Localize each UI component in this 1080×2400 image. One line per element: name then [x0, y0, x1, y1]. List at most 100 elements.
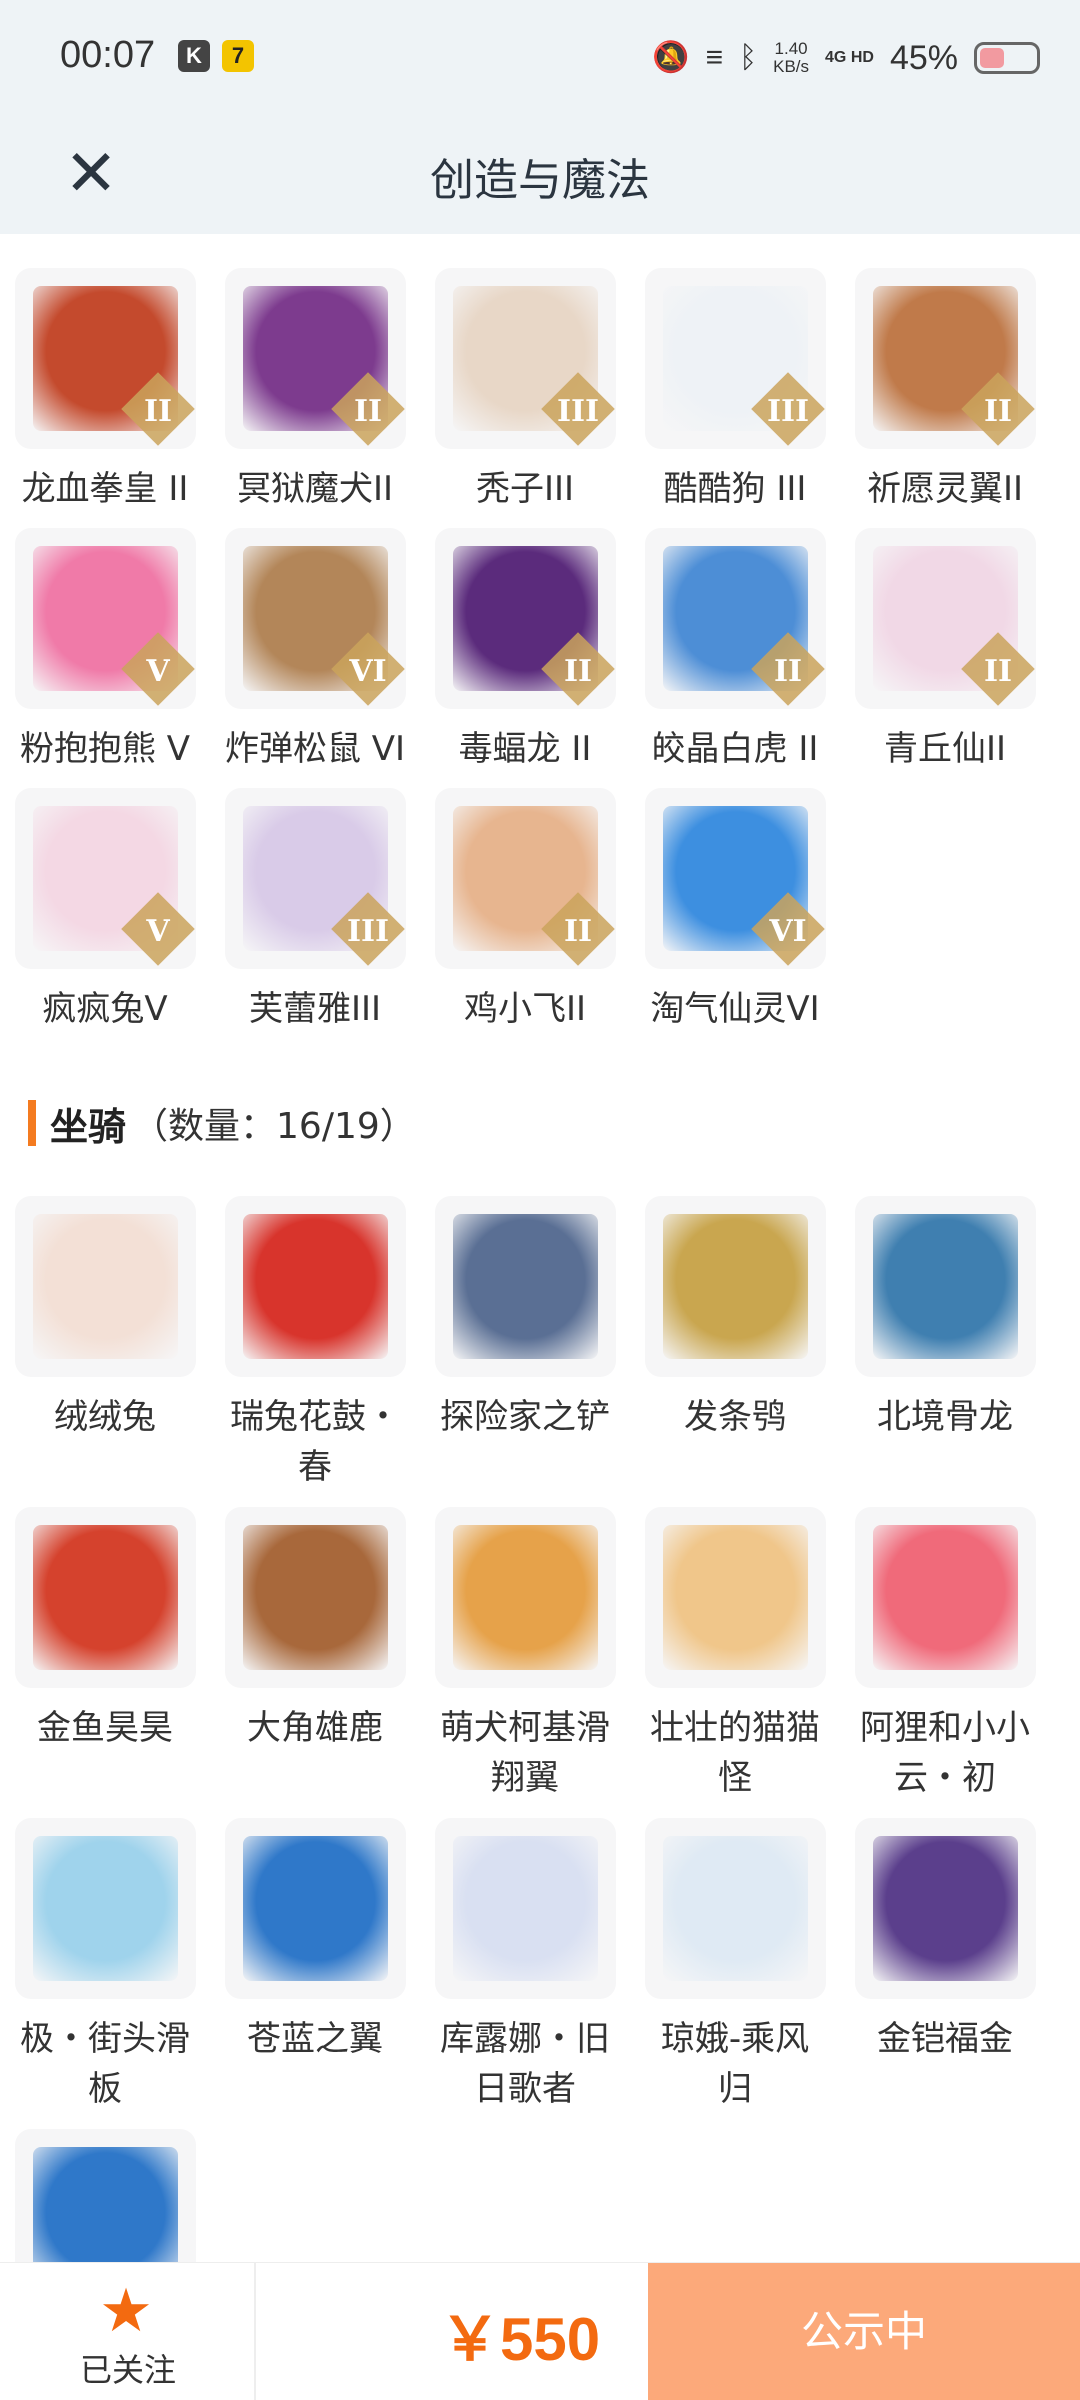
mount-name: 壮壮的猫猫 怪 [650, 1708, 820, 1798]
tier-label: II [143, 394, 173, 429]
pet-name: 冥狱魔犬II [236, 469, 394, 509]
pet-name: 疯疯兔V [42, 989, 168, 1029]
mount-image [663, 1836, 808, 1981]
pet-name: 淘气仙灵VI [650, 989, 820, 1029]
pet-thumbnail: II [855, 528, 1036, 709]
mount-image [453, 1525, 598, 1670]
pets-grid: II 龙血拳皇 II II 冥狱魔犬II III 秃子III III 酷酷狗 III II 祈愿灵… [0, 268, 1080, 1048]
tier-label: II [983, 654, 1013, 689]
tier-label: VI [769, 914, 807, 949]
tier-label: III [346, 914, 390, 949]
pet-name: 秃子III [475, 469, 575, 509]
pet-name: 皎晶白虎 II [651, 729, 819, 769]
mount-name: 金鱼昊昊 [37, 1708, 173, 1748]
mount-image [243, 1214, 388, 1359]
mount-image [33, 1525, 178, 1670]
status-time: 00:07 [60, 34, 156, 76]
mount-image [453, 1836, 598, 1981]
pet-thumbnail: II [435, 788, 616, 969]
tier-label: II [983, 394, 1013, 429]
mount-thumbnail [15, 1818, 196, 1999]
section-count: （数量：16/19） [132, 1106, 416, 1147]
mount-name: 大角雄鹿 [247, 1708, 383, 1748]
mount-name: 北境骨龙 [877, 1397, 1013, 1437]
mount-thumbnail [645, 1507, 826, 1688]
tier-label: VI [349, 654, 387, 689]
pet-thumbnail: VI [225, 528, 406, 709]
mount-image [33, 1836, 178, 1981]
mount-thumbnail [225, 1196, 406, 1377]
mount-image [873, 1525, 1018, 1670]
mount-name: 苍蓝之翼 [247, 2019, 383, 2059]
mount-name: 琼娥-乘风 归 [660, 2019, 810, 2109]
mount-name: 萌犬柯基滑 翔翼 [440, 1708, 610, 1798]
battery-percent: 45% [889, 38, 958, 77]
mount-thumbnail [855, 1196, 1036, 1377]
pet-name: 粉抱抱熊 V [19, 729, 191, 769]
mount-thumbnail [855, 1818, 1036, 1999]
mount-name: 金铠福金 [877, 2019, 1013, 2059]
pet-name: 炸弹松鼠 VI [224, 729, 406, 769]
network-speed: 1.40 KB/s [773, 40, 809, 76]
battery-level-fill [980, 48, 1004, 68]
pet-thumbnail: V [15, 788, 196, 969]
mount-image [243, 1836, 388, 1981]
mount-thumbnail [225, 1818, 406, 1999]
publish-status-button[interactable]: 公示中 [648, 2263, 1080, 2400]
section-header-mounts: 坐骑 （数量：16/19） [28, 1098, 416, 1149]
mount-name: 阿狸和小小 云・初 [860, 1708, 1030, 1798]
mount-thumbnail [435, 1196, 616, 1377]
mount-thumbnail [645, 1196, 826, 1377]
pet-name: 鸡小飞II [463, 989, 587, 1029]
follow-button[interactable]: ★ 已关注 [0, 2263, 256, 2400]
mount-name: 探险家之铲 [440, 1397, 610, 1437]
page-title: 创造与魔法 [430, 155, 650, 206]
pet-thumbnail: III [435, 268, 616, 449]
mute-bell-icon: 🔕 [652, 41, 690, 74]
tier-label: II [563, 654, 593, 689]
mount-image [33, 1214, 178, 1359]
status-bar: 00:07 K 7 🔕 ≡ ᛒ 1.40 KB/s 4G HD 45% [0, 0, 1080, 116]
tier-label: III [766, 394, 810, 429]
pet-thumbnail: III [645, 268, 826, 449]
section-title: 坐骑 [50, 1104, 127, 1149]
status-indicators: 🔕 ≡ ᛒ 1.40 KB/s 4G HD 45% [652, 36, 1040, 80]
price: ￥550 [440, 2306, 601, 2373]
mount-name: 瑞兔花鼓・ 春 [230, 1397, 400, 1487]
pet-name: 龙血拳皇 II [21, 469, 189, 509]
mount-image [243, 1525, 388, 1670]
mount-thumbnail [225, 1507, 406, 1688]
top-app-bar: ✕ 创造与魔法 [0, 116, 1080, 234]
tier-label: III [556, 394, 600, 429]
app-notification-icon: K [178, 40, 210, 72]
mount-image [663, 1525, 808, 1670]
mount-name: 库露娜・旧 日歌者 [440, 2019, 610, 2109]
mount-image [33, 2147, 178, 2262]
mount-name: 绒绒兔 [54, 1397, 156, 1437]
pet-name: 祈愿灵翼II [866, 469, 1024, 509]
mount-thumbnail [15, 2129, 196, 2262]
tier-label: II [773, 654, 803, 689]
mount-image [873, 1836, 1018, 1981]
pet-name: 芙蕾雅III [248, 989, 382, 1029]
mount-thumbnail [15, 1196, 196, 1377]
app-notification-icon: 7 [222, 40, 254, 72]
pet-name: 酷酷狗 III [663, 469, 807, 509]
mounts-grid: 绒绒兔 瑞兔花鼓・ 春探险家之铲 发条鸮 北境骨龙金鱼昊昊 大角雄鹿 萌犬柯基滑 翔翼 壮壮… [0, 1196, 1080, 2262]
bluetooth-icon: ᛒ [739, 41, 758, 74]
mount-image [663, 1214, 808, 1359]
pet-name: 毒蝠龙 II [458, 729, 592, 769]
network-speed-value: 1.40 [774, 39, 808, 58]
pet-thumbnail: V [15, 528, 196, 709]
signal-icon: 4G HD [825, 49, 874, 66]
tier-label: V [146, 654, 170, 689]
pet-thumbnail: II [435, 528, 616, 709]
pet-name: 青丘仙II [883, 729, 1007, 769]
mount-thumbnail [645, 1818, 826, 1999]
mount-name: 发条鸮 [684, 1397, 786, 1437]
mount-thumbnail [435, 1818, 616, 1999]
tier-label: II [353, 394, 383, 429]
network-speed-unit: KB/s [773, 57, 810, 76]
tier-label: II [563, 914, 593, 949]
star-icon: ★ [99, 2276, 153, 2346]
